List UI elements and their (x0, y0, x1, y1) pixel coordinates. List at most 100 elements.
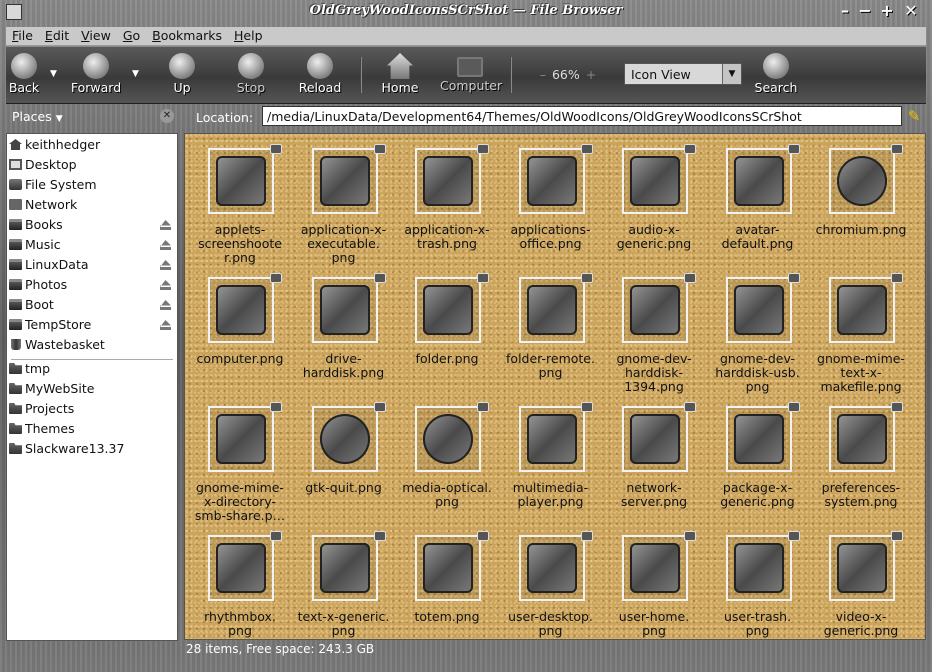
computer-button[interactable]: Computer (440, 51, 502, 99)
sidebar-bookmark-projects[interactable]: Projects (7, 399, 177, 419)
clear-location-icon[interactable]: ✎ (906, 107, 922, 125)
file-item[interactable]: video-x-generic.png (809, 531, 913, 639)
file-item[interactable]: gnome-dev-harddisk- 1394.png (602, 273, 706, 401)
file-item[interactable]: chromium.png (809, 144, 913, 272)
menu-edit[interactable]: Edit (39, 27, 75, 45)
forward-history-chevron-icon[interactable]: ▼ (132, 69, 139, 79)
sidebar-item-keithhedger[interactable]: keithhedger (7, 135, 177, 155)
sidebar-item-label: Projects (25, 401, 75, 416)
file-item[interactable]: applets-screenshoote r.png (188, 144, 292, 272)
location-input[interactable]: /media/LinuxData/Development64/Themes/Ol… (262, 106, 902, 126)
reload-button[interactable]: Reload (290, 51, 350, 99)
sidebar-bookmark-slackware13.37[interactable]: Slackware13.37 (7, 439, 177, 459)
image-type-badge-icon (270, 531, 282, 541)
stop-icon (238, 53, 264, 79)
sidebar-item-desktop[interactable]: Desktop (7, 155, 177, 175)
file-thumbnail (311, 277, 378, 343)
forward-button[interactable]: Forward (66, 51, 126, 99)
sidebar-bookmark-mywebsite[interactable]: MyWebSite (7, 379, 177, 399)
sidebar-item-network[interactable]: Network (7, 195, 177, 215)
zoom-out-icon[interactable]: – (540, 67, 546, 82)
file-item[interactable]: folder-remote. png (499, 273, 603, 401)
image-type-badge-icon (787, 531, 800, 541)
image-type-badge-icon (477, 402, 489, 412)
eject-icon[interactable] (160, 220, 171, 230)
zoom-control[interactable]: –66% + (528, 67, 608, 82)
stop-button[interactable]: Stop (221, 51, 281, 99)
sidebar-item-file-system[interactable]: File System (7, 175, 177, 195)
file-item[interactable]: folder.png (395, 273, 499, 401)
file-item[interactable]: totem.png (395, 531, 499, 639)
file-item[interactable]: audio-x-generic.png (602, 144, 706, 272)
file-item[interactable]: avatar-default.png (706, 144, 810, 272)
file-item[interactable]: multimedia-player.png (499, 402, 603, 530)
view-mode-select[interactable]: Icon View ▼ (624, 63, 742, 85)
file-name: media-optical. png (402, 480, 492, 509)
sidebar-item-wastebasket[interactable]: Wastebasket (7, 335, 177, 355)
drive-icon (9, 319, 22, 330)
minimize-icon[interactable]: − (856, 2, 874, 20)
eject-icon[interactable] (160, 320, 171, 330)
menu-file[interactable]: File (6, 27, 39, 45)
back-button[interactable]: Back (0, 51, 54, 99)
eject-icon[interactable] (160, 240, 171, 250)
eject-icon[interactable] (160, 300, 171, 310)
menu-go[interactable]: Go (117, 27, 146, 45)
wood-file-icon (526, 414, 577, 464)
sidebar-item-boot[interactable]: Boot (7, 295, 177, 315)
menu-help[interactable]: Help (228, 27, 269, 45)
file-item[interactable]: application-x-executable. png (292, 144, 396, 272)
sidebar-item-music[interactable]: Music (7, 235, 177, 255)
sidebar-item-linuxdata[interactable]: LinuxData (7, 255, 177, 275)
image-type-badge-icon (373, 531, 386, 541)
file-thumbnail (415, 277, 481, 343)
sidebar-item-books[interactable]: Books (7, 215, 177, 235)
file-item[interactable]: gtk-quit.png (292, 402, 396, 530)
file-name: chromium.png (815, 222, 907, 237)
shade-icon[interactable]: – (836, 2, 854, 20)
sidebar-item-photos[interactable]: Photos (7, 275, 177, 295)
file-item[interactable]: drive-harddisk.png (292, 273, 396, 401)
file-item[interactable]: text-x-generic. png (292, 531, 396, 639)
close-sidebar-icon[interactable]: ✕ (160, 109, 174, 123)
file-item[interactable]: user-desktop. png (499, 531, 603, 639)
close-icon[interactable]: ✕ (902, 2, 920, 20)
menu-view[interactable]: View (75, 27, 117, 45)
file-item[interactable]: gnome-mime-x-directory-smb-share.p… (188, 402, 292, 530)
file-item[interactable]: user-home. png (602, 531, 706, 639)
file-item[interactable]: applications-office.png (499, 144, 603, 272)
file-item[interactable]: user-trash. png (706, 531, 810, 639)
wood-file-icon (733, 285, 784, 335)
sidebar-item-label: MyWebSite (25, 381, 95, 396)
sidebar-bookmark-tmp[interactable]: tmp (7, 359, 177, 379)
menu-bookmarks[interactable]: Bookmarks (146, 27, 228, 45)
search-button[interactable]: Search (746, 51, 806, 99)
home-button[interactable]: Home (370, 51, 430, 99)
sidebar-item-label: Desktop (25, 157, 77, 172)
file-item[interactable]: package-x-generic.png (706, 402, 810, 530)
up-button[interactable]: Up (152, 51, 212, 99)
title-bar[interactable]: OldGreyWoodIconsSCrShot — File Browser –… (0, 0, 932, 26)
places-selector[interactable]: Places ▼ (12, 109, 63, 124)
sidebar-item-label: Network (25, 197, 78, 212)
back-history-chevron-icon[interactable]: ▼ (50, 69, 57, 79)
file-item[interactable]: application-x-trash.png (395, 144, 499, 272)
drive-icon (9, 299, 22, 310)
file-item[interactable]: network-server.png (602, 402, 706, 530)
wood-file-icon (630, 543, 680, 593)
file-item[interactable]: media-optical. png (395, 402, 499, 530)
file-thumbnail (622, 406, 688, 472)
zoom-in-icon[interactable]: + (586, 67, 596, 82)
file-item[interactable]: gnome-mime-text-x-makefile.png (809, 273, 913, 401)
sidebar-bookmark-themes[interactable]: Themes (7, 419, 177, 439)
file-icon-view[interactable]: applets-screenshoote r.png application-x-e… (184, 133, 926, 640)
file-item[interactable]: computer.png (188, 273, 292, 401)
maximize-icon[interactable]: + (878, 2, 896, 20)
file-item[interactable]: gnome-dev-harddisk-usb. png (706, 273, 810, 401)
image-type-badge-icon (891, 531, 903, 541)
sidebar-item-tempstore[interactable]: TempStore (7, 315, 177, 335)
eject-icon[interactable] (160, 260, 171, 270)
file-item[interactable]: preferences-system.png (809, 402, 913, 530)
eject-icon[interactable] (160, 280, 171, 290)
file-item[interactable]: rhythmbox. png (188, 531, 292, 639)
